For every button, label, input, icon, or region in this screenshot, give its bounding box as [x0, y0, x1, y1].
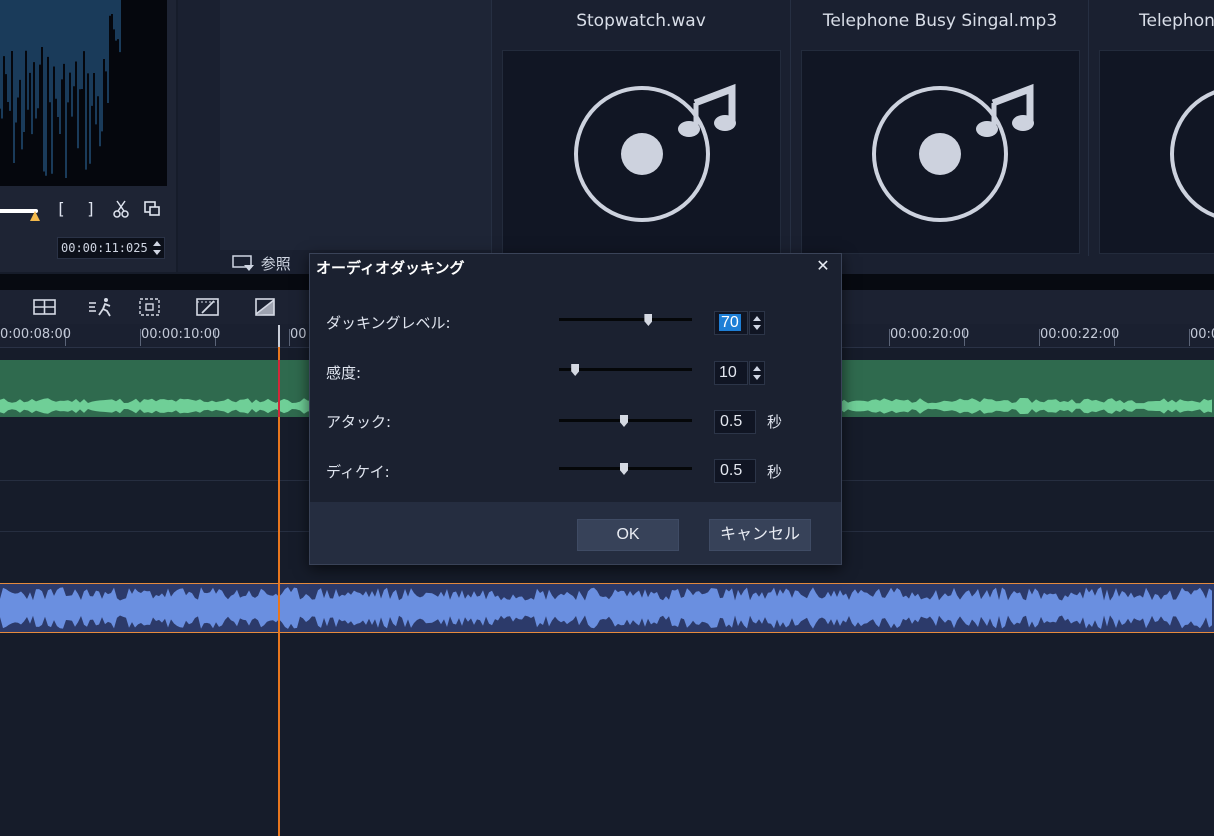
spinner-arrows-icon: [753, 316, 761, 330]
ruler-tick-label: 0:00:08:00: [0, 327, 72, 342]
options-panel: [178, 0, 220, 272]
sensitivity-value: 10: [719, 364, 737, 381]
browse-button[interactable]: 参照: [232, 253, 304, 275]
playhead-handle[interactable]: [278, 325, 280, 347]
playhead-marker: [278, 360, 280, 417]
clip-name: Telephone Busy Singal.mp3: [822, 11, 1058, 31]
ruler-tick-label: 00:00:22:00: [1040, 327, 1120, 342]
sensitivity-label: 感度:: [326, 364, 362, 382]
music-disc-icon: [1170, 90, 1214, 218]
mark-in-button[interactable]: [: [51, 198, 71, 220]
ducking-level-input[interactable]: 70: [714, 311, 748, 335]
audio-ducking-icon[interactable]: [253, 296, 279, 318]
decay-label: ディケイ:: [326, 463, 390, 481]
close-icon[interactable]: ✕: [814, 256, 832, 276]
browse-label: 参照: [260, 255, 291, 273]
voice-track-waveform: [0, 587, 1212, 629]
crop-frame-icon[interactable]: [137, 296, 163, 318]
scissors-icon: [113, 200, 129, 218]
music-disc-icon: [872, 83, 1034, 222]
voice-track-clip[interactable]: [0, 583, 1214, 633]
clip-thumbnail[interactable]: [801, 50, 1080, 254]
clip-divider: [1088, 0, 1089, 256]
library-sidebar: [220, 0, 492, 250]
clip-divider: [491, 0, 492, 256]
decay-input[interactable]: 0.5: [714, 459, 756, 483]
ruler-tick-label: 00:00:20:00: [890, 327, 970, 342]
attack-value: 0.5: [720, 413, 743, 430]
copy-window-icon: [144, 201, 160, 216]
mixer-icon[interactable]: [32, 296, 58, 318]
ruler-tick-label: 00:0: [1190, 327, 1214, 342]
ruler-tick-label: 00:00:10:00: [141, 327, 221, 342]
clip-name: Stopwatch.wav: [576, 11, 706, 31]
enlarge-preview-button[interactable]: [142, 198, 162, 220]
decay-unit: 秒: [767, 463, 783, 481]
clip-name: Telephone: [1139, 11, 1214, 31]
ok-button[interactable]: OK: [577, 519, 679, 551]
ducking-level-label: ダッキングレベル:: [326, 314, 451, 332]
ducking-level-value: 70: [719, 314, 741, 331]
split-clip-button[interactable]: [111, 198, 131, 220]
ruler-tick-label: 00: [290, 327, 307, 342]
browse-folder-icon: [232, 255, 254, 271]
cancel-button[interactable]: キャンセル: [709, 519, 811, 551]
music-disc-icon: [574, 83, 736, 222]
preview-waveform-graphic: [0, 0, 121, 178]
attack-input[interactable]: 0.5: [714, 410, 756, 434]
sensitivity-input[interactable]: 10: [714, 361, 748, 385]
spinner-arrows-icon: [753, 366, 761, 380]
ducking-level-slider[interactable]: [559, 318, 692, 321]
dialog-title: オーディオダッキング: [316, 259, 465, 277]
motion-tracking-icon[interactable]: [88, 296, 114, 318]
preview-waveform: [0, 0, 167, 186]
timecode-value: 00:00:11:025: [61, 241, 148, 255]
scrub-handle[interactable]: [30, 211, 40, 221]
mark-out-button[interactable]: ]: [81, 198, 101, 220]
attack-unit: 秒: [767, 413, 783, 431]
waveform-shape: [0, 587, 1212, 629]
timecode-spinner-icon[interactable]: [152, 240, 162, 256]
decay-value: 0.5: [720, 462, 743, 479]
sensitivity-spinner[interactable]: [749, 361, 765, 385]
attack-label: アタック:: [326, 413, 392, 431]
clip-thumbnail[interactable]: [1099, 50, 1214, 254]
clip-divider: [790, 0, 791, 256]
video-edit-icon[interactable]: [195, 296, 221, 318]
timecode-field[interactable]: 00:00:11:025: [57, 237, 165, 259]
ducking-level-spinner[interactable]: [749, 311, 765, 335]
clip-thumbnail[interactable]: [502, 50, 781, 254]
